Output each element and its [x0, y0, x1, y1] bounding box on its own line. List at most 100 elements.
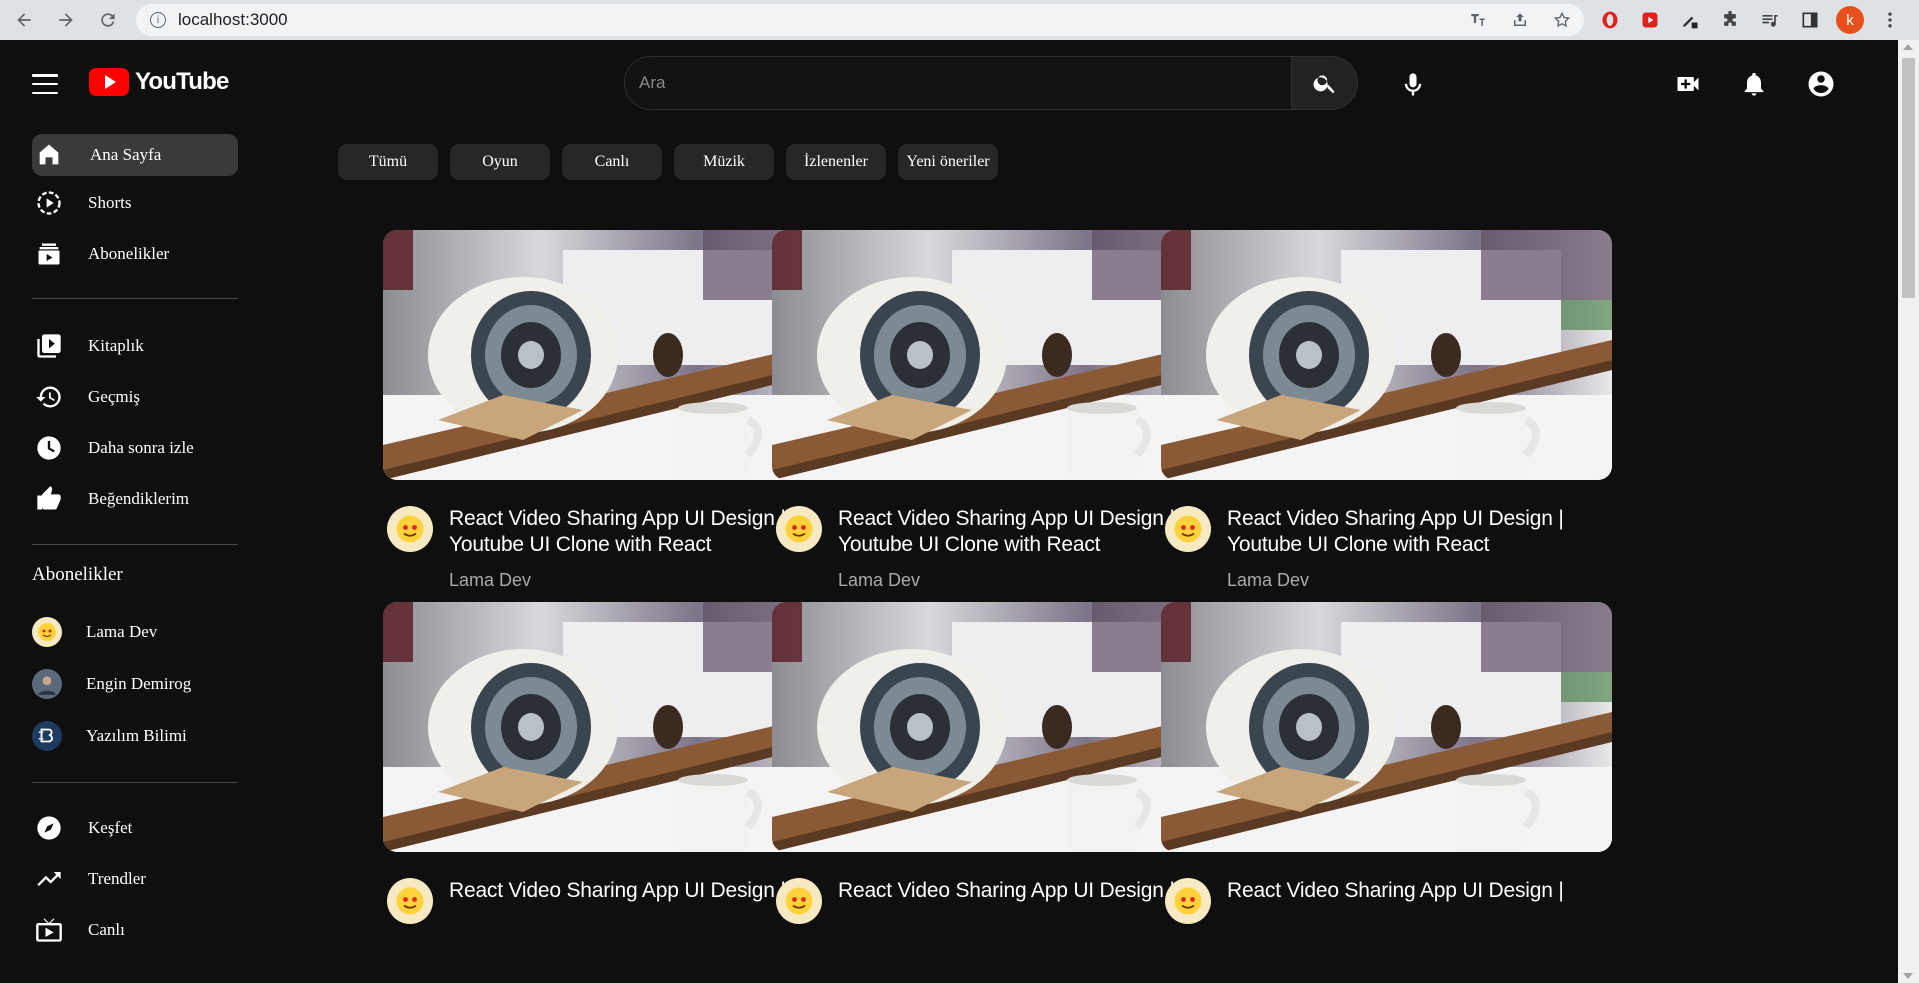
site-info-icon[interactable]: i: [150, 12, 166, 28]
sidebar-item-explore[interactable]: Keşfet: [32, 807, 238, 849]
back-icon[interactable]: [8, 4, 40, 36]
chip-live[interactable]: Canlı: [562, 144, 662, 180]
chip-music[interactable]: Müzik: [674, 144, 774, 180]
sidebar-item-label: Shorts: [88, 193, 132, 212]
sidebar-item-liked[interactable]: Beğendiklerim: [32, 478, 238, 520]
profile-avatar[interactable]: k: [1836, 6, 1864, 34]
pen-extension-icon[interactable]: [1676, 6, 1704, 34]
create-video-icon[interactable]: [1672, 68, 1704, 100]
sidebar-sub-yazilim-bilimi[interactable]: Yazılım Bilimi: [32, 715, 238, 757]
side-panel-icon[interactable]: [1796, 6, 1824, 34]
sidebar-divider: [32, 544, 238, 545]
channel-avatar[interactable]: [776, 506, 822, 552]
extensions-puzzle-icon[interactable]: [1716, 6, 1744, 34]
sidebar-item-label: Yazılım Bilimi: [86, 726, 187, 745]
channel-avatar[interactable]: [776, 878, 822, 924]
sidebar-item-subscriptions[interactable]: Abonelikler: [32, 233, 238, 275]
channel-avatar[interactable]: [387, 878, 433, 924]
search-bar: [624, 56, 1358, 110]
library-icon: [34, 331, 64, 361]
sidebar-divider: [32, 298, 238, 299]
url-text: localhost:3000: [178, 10, 288, 29]
sidebar-item-label: Trendler: [88, 869, 146, 888]
chip-watched[interactable]: İzlenenler: [786, 144, 886, 180]
account-icon[interactable]: [1805, 68, 1837, 100]
sidebar-sub-lama-dev[interactable]: Lama Dev: [32, 611, 238, 653]
address-bar[interactable]: i localhost:3000: [136, 4, 1584, 36]
avatar: [32, 617, 62, 647]
channel-name[interactable]: Lama Dev: [1227, 570, 1612, 591]
video-title[interactable]: React Video Sharing App UI Design |: [838, 878, 1175, 904]
video-meta: React Video Sharing App UI Design |: [1161, 878, 1612, 924]
channel-avatar[interactable]: [1165, 878, 1211, 924]
sidebar-item-label: Abonelikler: [88, 244, 170, 263]
sidebar-item-live[interactable]: Canlı: [32, 909, 238, 951]
microphone-icon[interactable]: [1398, 70, 1428, 100]
history-icon: [34, 382, 64, 412]
sidebar-item-trending[interactable]: Trendler: [32, 858, 238, 900]
page-scrollbar[interactable]: [1898, 40, 1919, 983]
video-card[interactable]: React Video Sharing App UI Design | Yout…: [383, 230, 834, 622]
sidebar-item-label: Kitaplık: [88, 336, 144, 355]
video-thumbnail[interactable]: [383, 602, 834, 852]
video-thumbnail[interactable]: [1161, 602, 1612, 852]
notifications-bell-icon[interactable]: [1738, 68, 1770, 100]
sidebar-item-library[interactable]: Kitaplık: [32, 325, 238, 367]
chip-new-recommendations[interactable]: Yeni öneriler: [898, 144, 998, 180]
video-card[interactable]: React Video Sharing App UI Design |: [1161, 602, 1612, 924]
compass-icon: [34, 813, 64, 843]
video-title[interactable]: React Video Sharing App UI Design |: [449, 878, 786, 904]
reload-icon[interactable]: [92, 4, 124, 36]
scroll-down-arrow[interactable]: [1903, 973, 1913, 979]
youtube-logo[interactable]: YouTube: [89, 68, 229, 96]
video-title[interactable]: React Video Sharing App UI Design |: [1227, 878, 1564, 904]
video-card[interactable]: React Video Sharing App UI Design | Yout…: [1161, 230, 1612, 622]
scroll-thumb[interactable]: [1902, 58, 1915, 298]
chip-all[interactable]: Tümü: [338, 144, 438, 180]
forward-icon[interactable]: [50, 4, 82, 36]
channel-avatar[interactable]: [387, 506, 433, 552]
video-thumbnail[interactable]: [1161, 230, 1612, 480]
sidebar-item-label: Daha sonra izle: [88, 438, 194, 457]
kebab-menu-icon[interactable]: [1876, 6, 1904, 34]
video-thumbnail[interactable]: [383, 230, 834, 480]
scroll-up-arrow[interactable]: [1903, 44, 1913, 50]
bookmark-star-icon[interactable]: [1552, 10, 1572, 30]
sidebar-sub-engin-demirog[interactable]: Engin Demirog: [32, 663, 238, 705]
video-card[interactable]: React Video Sharing App UI Design |: [772, 602, 1223, 924]
logo-text: YouTube: [135, 68, 229, 95]
home-icon: [34, 140, 64, 170]
sidebar-item-history[interactable]: Geçmiş: [32, 376, 238, 418]
media-control-icon[interactable]: [1756, 6, 1784, 34]
translate-icon[interactable]: [1468, 10, 1488, 30]
search-button[interactable]: [1291, 57, 1357, 109]
sidebar-item-home[interactable]: Ana Sayfa: [32, 134, 238, 176]
sidebar-divider: [32, 782, 238, 783]
share-icon[interactable]: [1510, 10, 1530, 30]
yt-header: YouTube: [0, 40, 1898, 128]
chip-gaming[interactable]: Oyun: [450, 144, 550, 180]
video-meta: React Video Sharing App UI Design |: [383, 878, 834, 924]
video-card[interactable]: React Video Sharing App UI Design | Yout…: [772, 230, 1223, 622]
avatar: [32, 721, 62, 751]
youtube-play-icon: [89, 68, 129, 96]
sidebar-item-shorts[interactable]: Shorts: [32, 182, 238, 224]
video-title[interactable]: React Video Sharing App UI Design | Yout…: [1227, 506, 1612, 558]
subscriptions-heading: Abonelikler: [32, 564, 123, 585]
browser-toolbar: i localhost:3000 k: [0, 0, 1919, 40]
menu-icon[interactable]: [32, 74, 58, 94]
sidebar-item-label: Geçmiş: [88, 387, 140, 406]
search-input[interactable]: [625, 57, 1291, 109]
video-thumbnail[interactable]: [772, 602, 1223, 852]
sidebar-item-label: Lama Dev: [86, 622, 158, 641]
opera-extension-icon[interactable]: [1596, 6, 1624, 34]
channel-avatar[interactable]: [1165, 506, 1211, 552]
subscriptions-icon: [34, 239, 64, 269]
category-chips: Tümü Oyun Canlı Müzik İzlenenler Yeni ön…: [338, 144, 998, 180]
sidebar-item-label: Ana Sayfa: [90, 145, 162, 164]
video-thumbnail[interactable]: [772, 230, 1223, 480]
sidebar-item-watch-later[interactable]: Daha sonra izle: [32, 427, 238, 469]
video-extension-icon[interactable]: [1636, 6, 1664, 34]
video-card[interactable]: React Video Sharing App UI Design |: [383, 602, 834, 924]
clock-icon: [34, 433, 64, 463]
